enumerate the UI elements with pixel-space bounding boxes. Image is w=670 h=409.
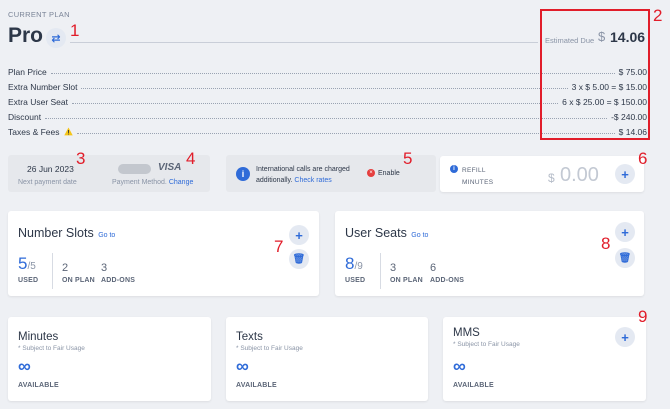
- refill-currency: $: [548, 171, 555, 185]
- check-rates-link[interactable]: Check rates: [294, 177, 331, 184]
- annotation-4: 4: [186, 149, 196, 168]
- mms-note: * Subject to Fair Usage: [453, 341, 520, 348]
- line-label: Plan Price: [8, 67, 47, 77]
- next-payment-date: 26 Jun 2023: [27, 164, 74, 174]
- add-user-seat-button[interactable]: +: [615, 222, 635, 242]
- user-seats-on-plan-label: ON PLAN: [390, 277, 423, 284]
- number-slots-title: Number Slots: [18, 226, 94, 240]
- user-seats-card: User Seats Go to 8/9 USED 3 ON PLAN 6 AD…: [335, 211, 644, 296]
- switch-plan-button[interactable]: ⇄: [46, 28, 66, 48]
- texts-card: Texts * Subject to Fair Usage ∞ AVAILABL…: [226, 317, 428, 401]
- number-slots-total: /5: [27, 261, 36, 272]
- minutes-title: Minutes: [18, 331, 59, 343]
- card-number-mask: [118, 164, 151, 174]
- mms-card: MMS * Subject to Fair Usage ∞ AVAILABLE …: [443, 317, 646, 401]
- annotation-8: 8: [601, 234, 611, 253]
- number-slots-card: Number Slots Go to 5/5 USED 2 ON PLAN 3 …: [8, 211, 319, 296]
- line-label: Extra User Seat: [8, 97, 68, 107]
- user-seats-goto-link[interactable]: Go to: [411, 232, 428, 239]
- annotation-7: 7: [274, 237, 284, 256]
- line-label: Discount: [8, 112, 42, 122]
- refill-amount: 0.00: [560, 164, 599, 186]
- next-payment-label: Next payment date: [18, 179, 77, 186]
- minutes-note: * Subject to Fair Usage: [18, 345, 85, 352]
- info-icon: i: [236, 167, 250, 181]
- annotation-6: 6: [638, 149, 648, 168]
- enable-international-button[interactable]: × Enable: [367, 169, 400, 177]
- plus-icon: +: [621, 329, 629, 345]
- remove-number-slot-button[interactable]: 🗑: [289, 249, 309, 269]
- stats-divider: [380, 253, 381, 289]
- x-circle-icon: ×: [367, 169, 375, 177]
- plan-name: Pro: [8, 24, 44, 47]
- annotation-1: 1: [70, 21, 80, 40]
- minutes-status: AVAILABLE: [18, 382, 59, 389]
- infinity-icon: ∞: [453, 356, 466, 376]
- change-payment-link[interactable]: Change: [169, 179, 194, 186]
- texts-title: Texts: [236, 331, 263, 343]
- texts-status: AVAILABLE: [236, 382, 277, 389]
- section-label: CURRENT PLAN: [8, 10, 70, 19]
- plus-icon: +: [621, 224, 629, 240]
- user-seats-total: /9: [354, 261, 363, 272]
- annotation-3: 3: [76, 149, 86, 168]
- annotation-5: 5: [403, 149, 413, 168]
- refill-minutes-panel: i REFILL MINUTES $ 0.00 +: [440, 156, 644, 192]
- annotation-2: 2: [653, 6, 663, 25]
- trash-icon: 🗑: [618, 252, 632, 264]
- line-label: Taxes & Fees: [8, 127, 60, 137]
- annotation-9: 9: [638, 307, 648, 326]
- refill-label: REFILL MINUTES: [462, 167, 494, 186]
- card-brand: VISA: [158, 162, 182, 173]
- infinity-icon: ∞: [236, 356, 249, 376]
- stats-divider: [52, 253, 53, 289]
- warning-icon[interactable]: [63, 127, 73, 136]
- swap-arrows-icon: ⇄: [51, 32, 61, 45]
- add-refill-button[interactable]: +: [615, 164, 635, 184]
- user-seats-used-label: USED: [345, 277, 366, 284]
- trash-icon: 🗑: [292, 253, 306, 265]
- plus-icon: +: [621, 166, 629, 182]
- mms-title: MMS: [453, 327, 480, 339]
- user-seats-add-ons-label: ADD-ONS: [430, 277, 465, 284]
- user-seats-on-plan: 3: [390, 262, 397, 274]
- add-mms-button[interactable]: +: [615, 327, 635, 347]
- plus-icon: +: [295, 227, 303, 243]
- user-seats-add-ons: 6: [430, 262, 437, 274]
- international-text: International calls are charged addition…: [256, 166, 350, 184]
- annotation-box: [540, 9, 650, 140]
- minutes-card: Minutes * Subject to Fair Usage ∞ AVAILA…: [8, 317, 211, 401]
- payment-method-label: Payment Method.: [112, 179, 167, 186]
- header-divider: [70, 42, 538, 43]
- remove-user-seat-button[interactable]: 🗑: [615, 248, 635, 268]
- line-label: Extra Number Slot: [8, 82, 78, 92]
- mms-status: AVAILABLE: [453, 382, 494, 389]
- number-slots-on-plan: 2: [62, 262, 69, 274]
- payment-panel: 26 Jun 2023 Next payment date VISA Payme…: [8, 155, 210, 192]
- number-slots-goto-link[interactable]: Go to: [98, 232, 115, 239]
- number-slots-add-ons: 3: [101, 262, 108, 274]
- texts-note: * Subject to Fair Usage: [236, 345, 303, 352]
- number-slots-used-label: USED: [18, 277, 39, 284]
- infinity-icon: ∞: [18, 356, 31, 376]
- number-slots-add-ons-label: ADD-ONS: [101, 277, 136, 284]
- add-number-slot-button[interactable]: +: [289, 225, 309, 245]
- user-seats-title: User Seats: [345, 226, 407, 240]
- enable-label: Enable: [378, 169, 400, 177]
- refill-info-icon: i: [450, 165, 458, 173]
- number-slots-on-plan-label: ON PLAN: [62, 277, 95, 284]
